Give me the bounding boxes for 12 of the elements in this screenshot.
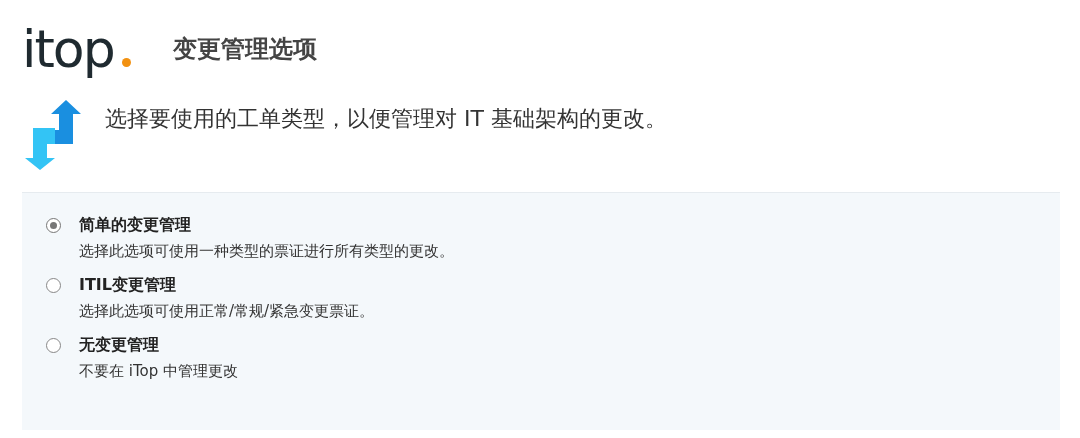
option-label: 简单的变更管理 (79, 215, 192, 236)
radio-button[interactable] (46, 338, 61, 353)
option-label: 无变更管理 (79, 335, 160, 356)
option-description: 不要在 iTop 中管理更改 (79, 362, 239, 381)
radio-button[interactable] (46, 218, 61, 233)
intro-text: 选择要使用的工单类型，以便管理对 IT 基础架构的更改。 (105, 105, 667, 133)
radio-button[interactable] (46, 278, 61, 293)
option-description: 选择此选项可使用正常/常规/紧急变更票证。 (79, 302, 375, 321)
option-description: 选择此选项可使用一种类型的票证进行所有类型的更改。 (79, 242, 454, 261)
page-title: 变更管理选项 (173, 34, 317, 65)
option-label: ITIL变更管理 (79, 275, 177, 296)
arrows-icon (25, 100, 83, 170)
